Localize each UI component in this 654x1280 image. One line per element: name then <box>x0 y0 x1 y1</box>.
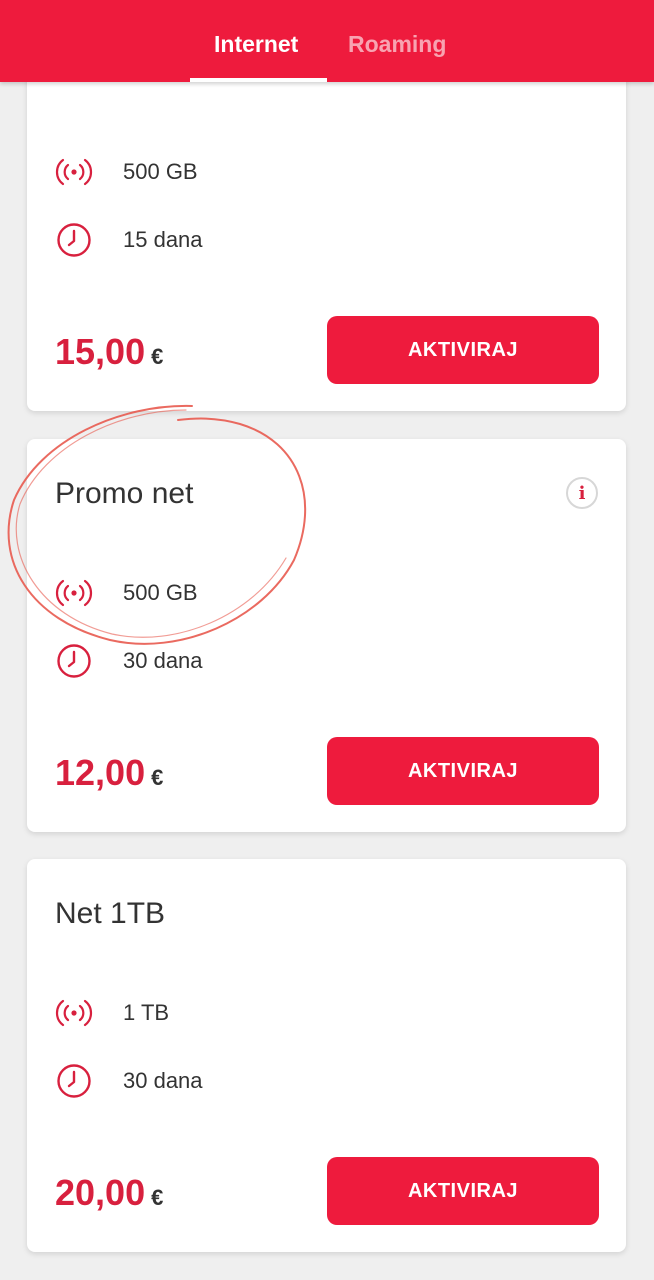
duration-row: 30 dana <box>53 641 203 681</box>
duration-row: 30 dana <box>53 1061 203 1101</box>
tab-roaming[interactable]: Roaming <box>348 30 446 58</box>
info-icon[interactable]: i <box>566 477 598 509</box>
data-amount-row: 500 GB <box>53 152 198 192</box>
duration: 15 dana <box>123 227 203 252</box>
signal-broadcast-icon <box>53 995 95 1031</box>
activate-button[interactable]: AKTIVIRAJ <box>327 737 599 805</box>
package-title: Promo net <box>55 477 194 510</box>
activate-button[interactable]: AKTIVIRAJ <box>327 1157 599 1225</box>
tab-bar: Internet Roaming <box>0 0 654 82</box>
package-card: Net 1TB 1 TB 30 dana 20,00 € AKTIVIRAJ <box>27 859 626 1252</box>
price-value: 15,00 <box>55 331 146 372</box>
activate-button[interactable]: AKTIVIRAJ <box>327 316 599 384</box>
data-amount-row: 1 TB <box>53 993 169 1033</box>
currency: € <box>151 1185 164 1210</box>
price-value: 12,00 <box>55 752 146 793</box>
signal-broadcast-icon <box>53 575 95 611</box>
clock-icon <box>53 1063 95 1099</box>
signal-broadcast-icon <box>53 154 95 190</box>
package-title: Net 1TB <box>55 897 166 930</box>
duration: 30 dana <box>123 648 203 673</box>
clock-icon <box>53 643 95 679</box>
price: 12,00 € <box>55 753 163 798</box>
data-amount: 500 GB <box>123 580 198 605</box>
package-card: 500 GB 15 dana 15,00 € AKTIVIRAJ <box>27 40 626 411</box>
screen: Internet Roaming 500 GB 15 dana 15,00 € … <box>0 0 654 1280</box>
data-amount-row: 500 GB <box>53 573 198 613</box>
active-tab-indicator <box>190 78 327 82</box>
duration-row: 15 dana <box>53 220 203 260</box>
clock-icon <box>53 222 95 258</box>
price: 20,00 € <box>55 1173 163 1218</box>
price: 15,00 € <box>55 332 163 377</box>
data-amount: 500 GB <box>123 159 198 184</box>
data-amount: 1 TB <box>123 1000 170 1025</box>
currency: € <box>151 765 164 790</box>
tab-internet[interactable]: Internet <box>214 30 298 58</box>
package-card: Promo net i 500 GB 30 dana 12,00 € AKTIV… <box>27 439 626 832</box>
duration: 30 dana <box>123 1068 203 1093</box>
currency: € <box>151 344 164 369</box>
price-value: 20,00 <box>55 1172 146 1213</box>
